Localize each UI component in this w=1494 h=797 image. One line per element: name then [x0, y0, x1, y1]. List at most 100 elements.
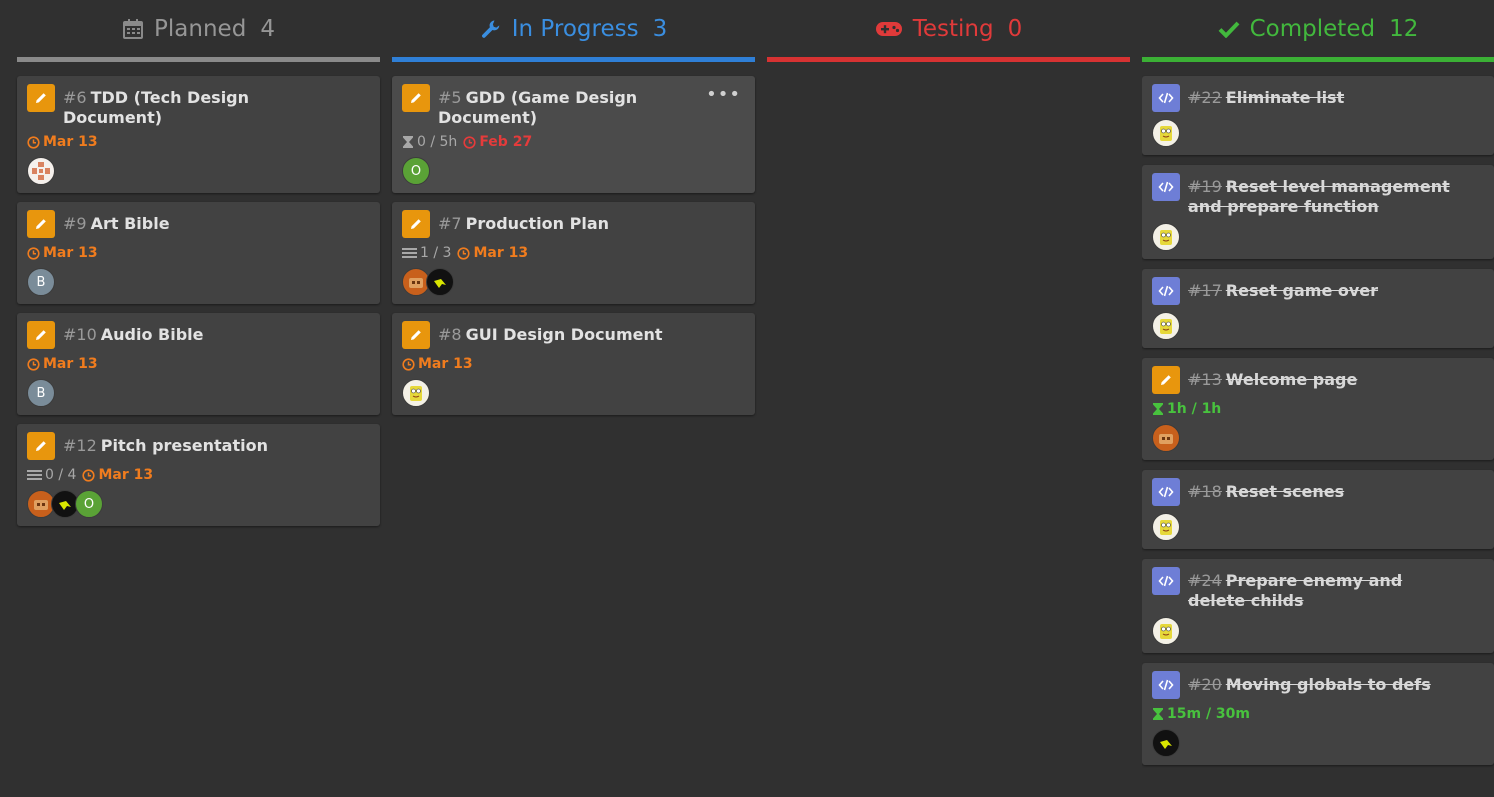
task-card[interactable]: #17 Reset game over: [1142, 269, 1494, 348]
clock-icon: [402, 357, 415, 371]
checklist-icon: [27, 470, 42, 480]
calendar-icon: [122, 18, 144, 40]
avatar[interactable]: B: [27, 379, 55, 407]
task-card[interactable]: #10 Audio Bible Mar 13 B: [17, 313, 380, 415]
task-card[interactable]: #9 Art Bible Mar 13 B: [17, 202, 380, 304]
avatar[interactable]: [1152, 223, 1180, 251]
column-title: Completed: [1249, 15, 1376, 42]
column-color-bar: [17, 57, 380, 62]
avatar[interactable]: B: [27, 268, 55, 296]
task-card[interactable]: #6 TDD (Tech Design Document) Mar 13: [17, 76, 380, 193]
column-header-testing[interactable]: Testing 0: [767, 0, 1130, 57]
task-card[interactable]: #7 Production Plan 1 / 3 Mar 13: [392, 202, 755, 304]
clock-icon: [27, 246, 40, 260]
task-card[interactable]: #5 GDD (Game Design Document) ••• 0 / 5h …: [392, 76, 755, 193]
avatar[interactable]: O: [75, 490, 103, 518]
hourglass-icon: [1153, 403, 1163, 415]
pencil-icon: [402, 210, 430, 238]
pencil-icon: [27, 432, 55, 460]
code-icon: [1152, 173, 1180, 201]
time-tracking: 1h / 1h: [1152, 401, 1221, 417]
checklist-progress: 1 / 3: [402, 245, 451, 261]
column-title: In Progress: [511, 15, 639, 42]
task-title: #20 Moving globals to defs: [1188, 675, 1431, 694]
task-title: #17 Reset game over: [1188, 281, 1379, 300]
code-icon: [1152, 84, 1180, 112]
due-date: Feb 27: [463, 134, 532, 150]
column-title: Planned: [154, 15, 247, 42]
column-color-bar: [1142, 57, 1494, 62]
avatar[interactable]: [1152, 119, 1180, 147]
column-color-bar: [392, 57, 755, 62]
time-tracking: 0 / 5h: [402, 134, 457, 150]
code-icon: [1152, 671, 1180, 699]
due-date: Mar 13: [82, 467, 153, 483]
task-title: #12 Pitch presentation: [63, 436, 268, 455]
checklist-icon: [402, 248, 417, 258]
due-date: Mar 13: [27, 245, 98, 261]
column-count: 12: [1389, 15, 1419, 42]
due-date: Mar 13: [457, 245, 528, 261]
task-title: #9 Art Bible: [63, 214, 170, 233]
due-date: Mar 13: [27, 356, 98, 372]
avatar[interactable]: [426, 268, 454, 296]
task-title: #7 Production Plan: [438, 214, 610, 233]
column-header-in-progress[interactable]: In Progress 3: [392, 0, 755, 57]
checklist-progress: 0 / 4: [27, 467, 76, 483]
avatar[interactable]: [1152, 617, 1180, 645]
column-header-completed[interactable]: Completed 12: [1142, 0, 1494, 57]
task-title: #6 TDD (Tech Design Document): [63, 88, 250, 127]
column-testing: Testing 0: [767, 0, 1130, 76]
code-icon: [1152, 567, 1180, 595]
time-tracking: 15m / 30m: [1152, 706, 1250, 722]
more-options-icon[interactable]: •••: [706, 86, 741, 104]
avatar[interactable]: O: [402, 157, 430, 185]
column-color-bar: [767, 57, 1130, 62]
task-card[interactable]: #24 Prepare enemy and delete childs: [1142, 559, 1494, 653]
pencil-icon: [1152, 366, 1180, 394]
task-title: #18 Reset scenes: [1188, 482, 1345, 501]
clock-icon: [457, 246, 471, 260]
avatar[interactable]: [1152, 312, 1180, 340]
task-title: #19 Reset level management and prepare fu…: [1188, 177, 1450, 216]
due-date: Mar 13: [27, 134, 98, 150]
pencil-icon: [27, 84, 55, 112]
gamepad-icon: [875, 20, 903, 38]
task-title: #22 Eliminate list: [1188, 88, 1345, 107]
clock-icon: [82, 468, 96, 482]
task-card[interactable]: #19 Reset level management and prepare fu…: [1142, 165, 1494, 259]
column-count: 0: [1007, 15, 1023, 42]
pencil-icon: [402, 84, 430, 112]
avatar[interactable]: [402, 379, 430, 407]
task-card[interactable]: #22 Eliminate list: [1142, 76, 1494, 155]
column-count: 4: [260, 15, 275, 42]
task-card[interactable]: #8 GUI Design Document Mar 13: [392, 313, 755, 415]
avatar[interactable]: [1152, 424, 1180, 452]
clock-icon: [27, 135, 40, 149]
code-icon: [1152, 277, 1180, 305]
clock-icon: [27, 357, 40, 371]
check-icon: [1218, 20, 1240, 38]
avatar[interactable]: [1152, 729, 1180, 757]
column-in-progress: In Progress 3 #5 GDD (Game Design Documen…: [392, 0, 755, 424]
pencil-icon: [27, 321, 55, 349]
column-planned: Planned 4 #6 TDD (Tech Design Document) M…: [17, 0, 380, 535]
task-title: #8 GUI Design Document: [438, 325, 663, 344]
column-count: 3: [652, 15, 668, 42]
wrench-icon: [480, 18, 502, 40]
pencil-icon: [27, 210, 55, 238]
task-title: #24 Prepare enemy and delete childs: [1188, 571, 1403, 610]
task-card[interactable]: #20 Moving globals to defs 15m / 30m: [1142, 663, 1494, 765]
pencil-icon: [402, 321, 430, 349]
column-header-planned[interactable]: Planned 4: [17, 0, 380, 57]
hourglass-icon: [1153, 708, 1163, 720]
code-icon: [1152, 478, 1180, 506]
task-card[interactable]: #18 Reset scenes: [1142, 470, 1494, 549]
task-card[interactable]: #13 Welcome page 1h / 1h: [1142, 358, 1494, 460]
due-date: Mar 13: [402, 356, 473, 372]
avatar[interactable]: [27, 157, 55, 185]
avatar[interactable]: [1152, 513, 1180, 541]
task-card[interactable]: #12 Pitch presentation 0 / 4 Mar 13 O: [17, 424, 380, 526]
hourglass-icon: [403, 136, 413, 148]
task-title: #10 Audio Bible: [63, 325, 204, 344]
